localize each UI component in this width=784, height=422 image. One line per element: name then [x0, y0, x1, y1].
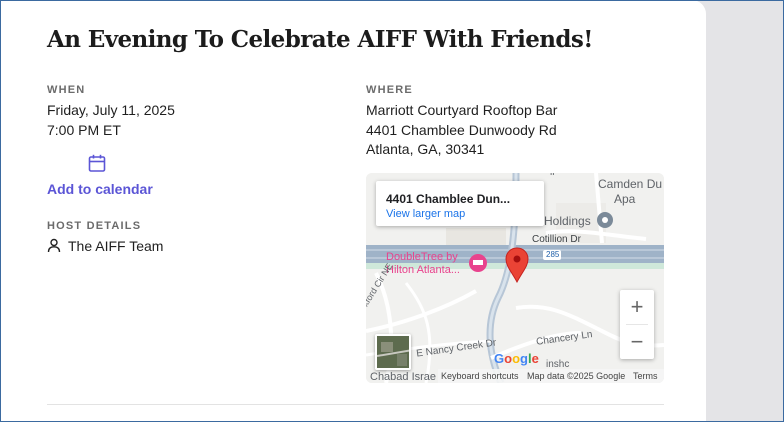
- event-date: Friday, July 11, 2025: [47, 102, 175, 118]
- map-label-apa: Apa: [614, 192, 636, 206]
- map-label-hilton: Hilton Atlanta...: [386, 264, 460, 276]
- venue-name: Marriott Courtyard Rooftop Bar: [366, 102, 558, 118]
- keyboard-shortcuts-link[interactable]: Keyboard shortcuts: [441, 371, 519, 381]
- map-attribution-bar: Keyboard shortcuts Map data ©2025 Google…: [438, 369, 664, 383]
- zoom-out-button[interactable]: −: [620, 325, 654, 359]
- map-route-shield: 285: [546, 250, 560, 259]
- satellite-thumbnail-icon: [377, 336, 409, 368]
- event-details-card: An Evening To Celebrate AIFF With Friend…: [0, 0, 706, 422]
- where-label: WHERE: [366, 84, 413, 96]
- map-label-street-top: ll: [550, 173, 554, 178]
- map-label-chabad: Chabad Israe: [370, 371, 437, 383]
- satellite-toggle-button[interactable]: [375, 334, 411, 370]
- location-map[interactable]: ll Camden Du Apa Holdings Cotillion Dr 2…: [366, 173, 664, 383]
- venue-city: Atlanta, GA, 30341: [366, 141, 485, 157]
- person-icon: [47, 238, 61, 253]
- map-label-doubletree: DoubleTree by: [386, 251, 458, 263]
- map-info-title: 4401 Chamblee Dun...: [386, 192, 511, 206]
- zoom-in-button[interactable]: +: [620, 290, 654, 324]
- map-label-holdings: Holdings: [544, 214, 591, 228]
- map-label-cotillion: Cotillion Dr: [532, 234, 581, 245]
- section-divider: [47, 404, 664, 405]
- google-logo: Google: [494, 351, 539, 366]
- host-name: The AIFF Team: [68, 238, 164, 254]
- map-data-text: Map data ©2025 Google: [527, 371, 626, 381]
- when-label: WHEN: [47, 84, 86, 96]
- map-info-box: 4401 Chamblee Dun... View larger map: [376, 181, 544, 226]
- map-label-camden: Camden Du: [598, 177, 663, 191]
- view-larger-map-link[interactable]: View larger map: [386, 208, 465, 220]
- host-details-label: HOST DETAILS: [47, 220, 142, 232]
- terms-link[interactable]: Terms: [633, 371, 658, 381]
- venue-street: 4401 Chamblee Dunwoody Rd: [366, 122, 557, 138]
- event-title: An Evening To Celebrate AIFF With Friend…: [47, 26, 593, 53]
- map-zoom-control: + −: [620, 290, 654, 359]
- add-to-calendar-link[interactable]: Add to calendar: [47, 181, 153, 197]
- event-time: 7:00 PM ET: [47, 122, 121, 138]
- calendar-icon[interactable]: [87, 153, 107, 173]
